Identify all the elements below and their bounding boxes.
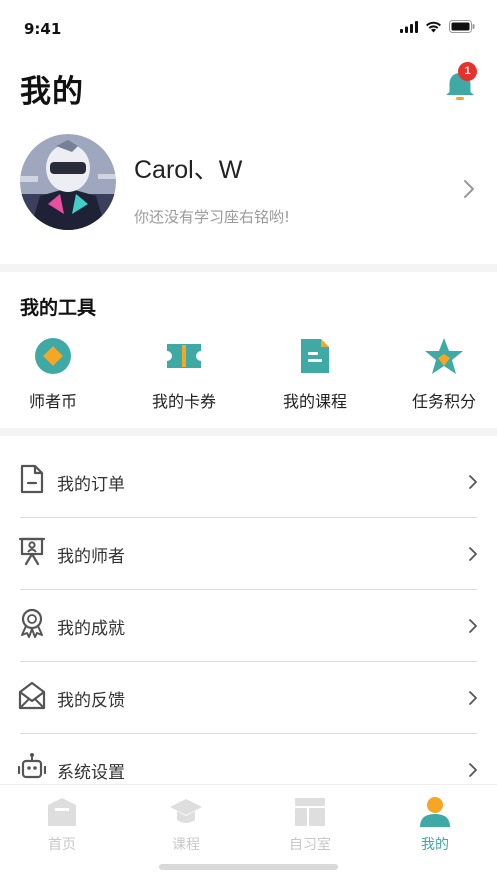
section-divider	[0, 428, 497, 436]
tools-grid: 师者币 我的卡券 我的课程 任务积分	[0, 336, 497, 416]
tab-label: 自习室	[289, 837, 331, 853]
robot-settings-icon	[18, 753, 46, 779]
chevron-right-icon	[469, 619, 477, 633]
chevron-right-icon	[469, 475, 477, 489]
tool-courses[interactable]: 我的课程	[260, 336, 370, 412]
menu-item-label: 我的反馈	[57, 691, 125, 711]
page-title: 我的	[20, 74, 84, 110]
teacher-icon	[18, 537, 46, 566]
chevron-right-icon	[469, 547, 477, 561]
tab-label: 首页	[48, 837, 76, 853]
status-icons	[400, 20, 475, 33]
tool-task-points[interactable]: 任务积分	[389, 336, 497, 412]
tab-study-room[interactable]: 自习室	[265, 795, 355, 854]
tab-mine[interactable]: 我的	[390, 795, 480, 854]
tab-label: 我的	[421, 837, 449, 853]
course-doc-icon	[301, 339, 329, 373]
menu-item-label: 我的订单	[57, 475, 125, 495]
notification-badge: 1	[458, 62, 477, 81]
battery-icon	[449, 20, 475, 33]
tool-label: 师者币	[28, 392, 77, 411]
tab-label: 课程	[172, 837, 200, 853]
menu-item-achievements[interactable]: 我的成就	[0, 590, 497, 662]
feedback-mail-icon	[18, 681, 46, 710]
menu-item-feedback[interactable]: 我的反馈	[0, 662, 497, 734]
user-icon	[420, 797, 450, 827]
graduation-cap-icon	[170, 799, 202, 823]
menu-item-label: 我的成就	[57, 619, 125, 639]
star-icon	[425, 338, 463, 374]
tools-section-title: 我的工具	[20, 297, 97, 319]
profile-motto: 你还没有学习座右铭哟!	[134, 208, 291, 226]
status-bar: 9:41	[0, 0, 497, 56]
menu-item-teachers[interactable]: 我的师者	[0, 518, 497, 590]
home-icon	[48, 798, 76, 826]
tab-courses[interactable]: 课程	[141, 795, 231, 854]
menu-item-label: 我的师者	[57, 547, 125, 567]
study-room-icon	[295, 798, 325, 826]
chevron-right-icon	[469, 763, 477, 777]
tab-home[interactable]: 首页	[17, 795, 107, 854]
signal-icon	[400, 20, 418, 33]
home-indicator[interactable]	[159, 864, 338, 870]
avatar[interactable]	[20, 134, 116, 230]
ticket-icon	[167, 344, 201, 368]
coin-icon	[35, 338, 71, 374]
chevron-right-icon	[469, 691, 477, 705]
chevron-right-icon	[464, 180, 474, 198]
section-divider	[0, 264, 497, 272]
profile-name: Carol、W	[134, 156, 243, 184]
menu-item-label: 系统设置	[57, 763, 125, 783]
tool-label: 我的卡券	[151, 392, 216, 411]
order-icon	[20, 464, 44, 494]
tool-coupons[interactable]: 我的卡券	[129, 336, 239, 412]
tool-label: 我的课程	[282, 392, 347, 411]
status-time: 9:41	[24, 20, 62, 38]
achievement-icon	[21, 608, 43, 638]
tool-coins[interactable]: 师者币	[0, 336, 108, 412]
menu-item-orders[interactable]: 我的订单	[0, 446, 497, 518]
tool-label: 任务积分	[411, 392, 476, 411]
profile-card[interactable]: Carol、W 你还没有学习座右铭哟!	[0, 128, 497, 260]
wifi-icon	[426, 21, 441, 32]
